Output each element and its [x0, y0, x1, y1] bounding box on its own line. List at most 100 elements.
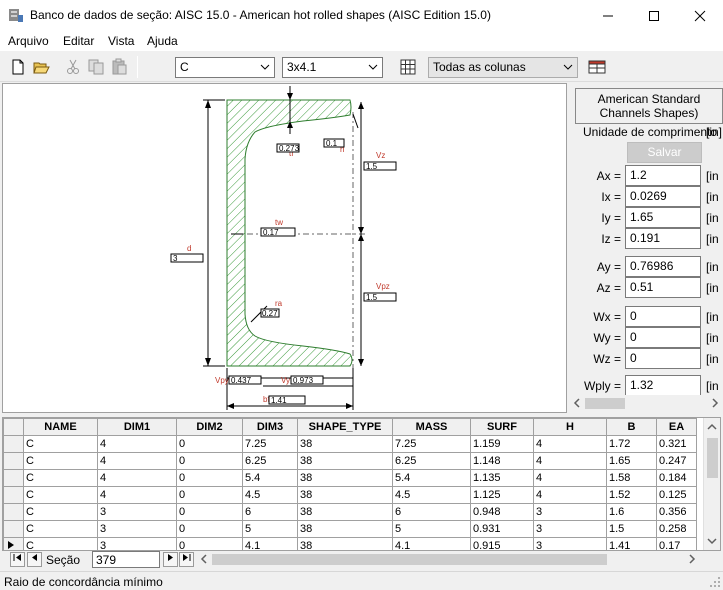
- record-number-field[interactable]: 379: [92, 551, 160, 568]
- col-header-dim3[interactable]: DIM3: [242, 418, 298, 436]
- cell-name[interactable]: C: [23, 520, 98, 538]
- cell-b[interactable]: 1.58: [606, 469, 657, 487]
- prop-field-ix[interactable]: 0.0269: [625, 186, 701, 207]
- cell-name[interactable]: C: [23, 452, 98, 470]
- cell-dim3[interactable]: 5: [242, 520, 298, 538]
- paste-icon[interactable]: [110, 58, 128, 76]
- cell-name[interactable]: C: [23, 435, 98, 453]
- current-row-indicator[interactable]: [3, 537, 24, 550]
- row-selector[interactable]: [3, 452, 24, 470]
- table-row[interactable]: C 3 0 5 38 5 0.931 3 1.5 0.258: [3, 520, 697, 538]
- row-selector[interactable]: [3, 469, 24, 487]
- cell-h[interactable]: 3: [533, 503, 607, 521]
- cell-mass[interactable]: 6.25: [392, 452, 471, 470]
- prop-field-ax[interactable]: 1.2: [625, 165, 701, 186]
- cell-dim3[interactable]: 4.1: [242, 537, 298, 550]
- col-header-dim1[interactable]: DIM1: [97, 418, 177, 436]
- cell-h[interactable]: 4: [533, 435, 607, 453]
- col-header-b[interactable]: B: [606, 418, 657, 436]
- row-selector[interactable]: [3, 503, 24, 521]
- cell-h[interactable]: 4: [533, 469, 607, 487]
- cell-name[interactable]: C: [23, 537, 98, 550]
- col-header-shape-type[interactable]: SHAPE_TYPE: [297, 418, 393, 436]
- prop-field-wz[interactable]: 0: [625, 348, 701, 369]
- copy-icon[interactable]: [87, 58, 105, 76]
- cell-shape-type[interactable]: 38: [297, 486, 393, 504]
- cell-dim1[interactable]: 4: [97, 452, 177, 470]
- scroll-right-icon[interactable]: [710, 398, 720, 408]
- cell-surf[interactable]: 0.915: [470, 537, 534, 550]
- col-header-surf[interactable]: SURF: [470, 418, 534, 436]
- cell-surf[interactable]: 1.148: [470, 452, 534, 470]
- table-scroll-thumb[interactable]: [707, 438, 718, 478]
- cell-dim3[interactable]: 6.25: [242, 452, 298, 470]
- table-hscroll-thumb[interactable]: [212, 554, 607, 565]
- table-row[interactable]: C 4 0 7.25 38 7.25 1.159 4 1.72 0.321: [3, 435, 697, 453]
- prop-field-wx[interactable]: 0: [625, 306, 701, 327]
- cell-ea[interactable]: 0.321: [656, 435, 697, 453]
- cell-dim2[interactable]: 0: [176, 435, 243, 453]
- save-button[interactable]: Salvar: [627, 142, 702, 163]
- cell-shape-type[interactable]: 38: [297, 537, 393, 550]
- shape-type-select[interactable]: C: [175, 57, 275, 78]
- cell-dim1[interactable]: 3: [97, 520, 177, 538]
- properties-hscrollbar[interactable]: [570, 395, 723, 412]
- cell-ea[interactable]: 0.17: [656, 537, 697, 550]
- cell-mass[interactable]: 4.5: [392, 486, 471, 504]
- cell-ea[interactable]: 0.258: [656, 520, 697, 538]
- next-record-button[interactable]: [163, 552, 178, 567]
- cell-dim3[interactable]: 5.4: [242, 469, 298, 487]
- last-record-button[interactable]: [179, 552, 194, 567]
- table-row[interactable]: C 4 0 6.25 38 6.25 1.148 4 1.65 0.247: [3, 452, 697, 470]
- cell-dim2[interactable]: 0: [176, 486, 243, 504]
- cell-mass[interactable]: 6: [392, 503, 471, 521]
- cell-b[interactable]: 1.41: [606, 537, 657, 550]
- table-row-current[interactable]: C 3 0 4.1 38 4.1 0.915 3 1.41 0.17: [3, 537, 697, 550]
- cell-mass[interactable]: 4.1: [392, 537, 471, 550]
- cell-dim1[interactable]: 4: [97, 469, 177, 487]
- cell-mass[interactable]: 5.4: [392, 469, 471, 487]
- cell-b[interactable]: 1.5: [606, 520, 657, 538]
- first-record-button[interactable]: [10, 552, 25, 567]
- cell-shape-type[interactable]: 38: [297, 435, 393, 453]
- cell-dim3[interactable]: 6: [242, 503, 298, 521]
- cell-name[interactable]: C: [23, 469, 98, 487]
- col-header-dim2[interactable]: DIM2: [176, 418, 243, 436]
- cell-dim3[interactable]: 7.25: [242, 435, 298, 453]
- cell-mass[interactable]: 7.25: [392, 435, 471, 453]
- cell-surf[interactable]: 1.125: [470, 486, 534, 504]
- scroll-down-icon[interactable]: [707, 536, 717, 546]
- cell-dim2[interactable]: 0: [176, 469, 243, 487]
- scroll-left-icon[interactable]: [572, 398, 582, 408]
- cell-name[interactable]: C: [23, 503, 98, 521]
- new-file-icon[interactable]: [9, 58, 27, 76]
- col-header-name[interactable]: NAME: [23, 418, 98, 436]
- cell-surf[interactable]: 1.159: [470, 435, 534, 453]
- minimize-button[interactable]: [585, 0, 631, 31]
- cell-ea[interactable]: 0.184: [656, 469, 697, 487]
- menu-vista[interactable]: Vista: [108, 34, 134, 48]
- cell-dim1[interactable]: 3: [97, 503, 177, 521]
- scroll-right-icon[interactable]: [687, 554, 697, 564]
- cell-h[interactable]: 4: [533, 452, 607, 470]
- cell-name[interactable]: C: [23, 486, 98, 504]
- section-select[interactable]: 3x4.1: [282, 57, 383, 78]
- prop-field-iz[interactable]: 0.191: [625, 228, 701, 249]
- cell-shape-type[interactable]: 38: [297, 452, 393, 470]
- prop-field-iy[interactable]: 1.65: [625, 207, 701, 228]
- cell-mass[interactable]: 5: [392, 520, 471, 538]
- col-header-h[interactable]: H: [533, 418, 607, 436]
- cell-b[interactable]: 1.6: [606, 503, 657, 521]
- prev-record-button[interactable]: [27, 552, 42, 567]
- menu-ajuda[interactable]: Ajuda: [147, 34, 178, 48]
- cell-dim2[interactable]: 0: [176, 537, 243, 550]
- menu-arquivo[interactable]: Arquivo: [8, 34, 49, 48]
- cell-h[interactable]: 4: [533, 486, 607, 504]
- table-row[interactable]: C 4 0 5.4 38 5.4 1.135 4 1.58 0.184: [3, 469, 697, 487]
- cell-ea[interactable]: 0.356: [656, 503, 697, 521]
- cell-ea[interactable]: 0.125: [656, 486, 697, 504]
- columns-select[interactable]: Todas as colunas: [428, 57, 578, 78]
- row-selector[interactable]: [3, 435, 24, 453]
- prop-field-ay[interactable]: 0.76986: [625, 256, 701, 277]
- cell-ea[interactable]: 0.247: [656, 452, 697, 470]
